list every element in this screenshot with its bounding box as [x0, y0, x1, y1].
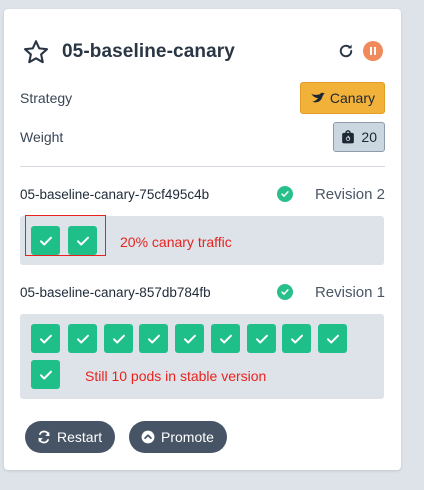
- pod-status[interactable]: [211, 324, 240, 353]
- header-actions: [337, 41, 383, 61]
- canary-annotation: 20% canary traffic: [120, 234, 232, 250]
- star-icon[interactable]: [22, 38, 50, 66]
- pod-status[interactable]: [31, 324, 60, 353]
- pod-status[interactable]: [282, 324, 311, 353]
- revision-header: 05-baseline-canary-857db784fb Revision 1: [20, 280, 385, 304]
- check-circle-icon: [276, 186, 293, 202]
- highlight-box: [25, 215, 106, 256]
- dove-icon: [311, 92, 325, 103]
- strategy-label: Strategy: [20, 90, 73, 106]
- promote-button[interactable]: Promote: [129, 421, 227, 453]
- restart-label: Restart: [57, 429, 103, 445]
- revision-label: Revision 2: [314, 185, 385, 203]
- sync-icon: [38, 430, 50, 444]
- pods-container: Still 10 pods in stable version: [20, 314, 384, 399]
- revision-label: Revision 1: [314, 283, 385, 301]
- pause-icon[interactable]: [363, 41, 383, 61]
- weight-icon: [342, 130, 355, 144]
- pod-status[interactable]: [318, 324, 347, 353]
- rollout-title: 05-baseline-canary: [62, 41, 235, 62]
- rollout-card: 05-baseline-canary Strategy Canary Weigh…: [4, 9, 401, 470]
- weight-row: Weight 20: [20, 121, 385, 153]
- promote-label: Promote: [161, 429, 214, 445]
- pod-status[interactable]: [175, 324, 204, 353]
- replicaset-name: 05-baseline-canary-75cf495c4b: [20, 186, 210, 202]
- pod-status[interactable]: [139, 324, 168, 353]
- stable-annotation: Still 10 pods in stable version: [85, 368, 267, 384]
- weight-value: 20: [361, 129, 377, 145]
- pod-status[interactable]: [104, 324, 133, 353]
- pod-status[interactable]: [247, 324, 276, 353]
- replicaset-name: 05-baseline-canary-857db784fb: [20, 284, 211, 300]
- strategy-value: Canary: [329, 90, 375, 106]
- card-header: 05-baseline-canary: [22, 37, 383, 67]
- pod-status[interactable]: [68, 324, 97, 353]
- arrow-up-circle-icon: [141, 430, 155, 444]
- weight-label: Weight: [20, 129, 64, 145]
- strategy-row: Strategy Canary: [20, 82, 385, 114]
- refresh-icon[interactable]: [337, 42, 355, 60]
- strategy-badge[interactable]: Canary: [299, 82, 385, 114]
- weight-badge: 20: [333, 122, 385, 152]
- check-circle-icon: [276, 284, 293, 300]
- revision-header: 05-baseline-canary-75cf495c4b Revision 2: [20, 182, 385, 206]
- restart-button[interactable]: Restart: [25, 421, 116, 453]
- divider: [20, 166, 385, 167]
- pod-status[interactable]: [31, 360, 60, 389]
